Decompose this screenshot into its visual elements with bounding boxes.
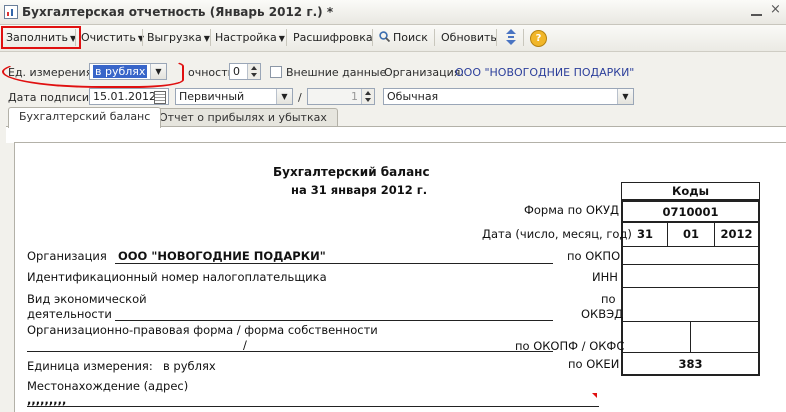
external-data-label: Внешние данные (286, 66, 387, 79)
toolbar-separator (523, 29, 524, 46)
legal-form-underline (27, 351, 553, 352)
dropdown-arrow-icon: ▼ (278, 34, 285, 43)
okud-code-cell: 0710001 (621, 200, 760, 222)
clear-label: Очистить (81, 31, 136, 44)
address-value: ,,,,,,,,, (27, 393, 67, 407)
sign-date-value: 15.01.2012 (93, 90, 156, 103)
organization-link[interactable]: ООО "НОВОГОДНИЕ ПОДАРКИ" (455, 66, 634, 79)
activity-caption-line2: деятельности (27, 307, 112, 321)
inn-caption: Идентификационный номер налогоплательщик… (27, 270, 327, 284)
sign-date-field[interactable]: 15.01.2012 (89, 88, 169, 105)
tab-balance-sheet[interactable]: Бухгалтерский баланс (8, 107, 162, 128)
organization-caption: Организация (27, 249, 107, 263)
help-icon: ? (530, 30, 547, 47)
precision-value: 0 (233, 65, 240, 78)
okpo-cell (621, 246, 760, 265)
refresh-button[interactable]: Обновить (438, 28, 500, 47)
report-icon (4, 5, 18, 19)
dropdown-arrow-icon[interactable]: ▼ (276, 89, 292, 104)
tab-profit-loss[interactable]: Отчет о прибылях и убытках (148, 108, 338, 128)
correction-slash: / (298, 91, 302, 104)
toolbar-separator (286, 29, 287, 46)
okfs-cell (690, 321, 760, 353)
report-kind-value: Первичный (179, 90, 245, 103)
settings-label: Настройка (215, 31, 277, 44)
close-icon[interactable]: × (770, 3, 784, 17)
mode-select[interactable]: Обычная ▼ (383, 88, 634, 105)
minimize-icon[interactable] (750, 3, 764, 17)
tab-panel (6, 126, 786, 143)
fill-button[interactable]: Заполнить ▼ (1, 26, 82, 49)
okved-label-top: по (601, 292, 616, 306)
okopf-cell (621, 321, 691, 353)
settings-button[interactable]: Настройка ▼ (212, 28, 288, 47)
toolbar-separator (372, 29, 373, 46)
calendar-icon[interactable] (154, 91, 166, 104)
unit-value: в рублях (163, 359, 216, 373)
doc-title: Бухгалтерский баланс (273, 165, 430, 179)
date-year-cell: 2012 (714, 222, 760, 247)
sign-date-label: Дата подписи: (8, 91, 93, 104)
mode-value: Обычная (387, 90, 439, 103)
address-underline (27, 406, 599, 407)
inn-label: ИНН (592, 270, 618, 284)
doc-subtitle: на 31 января 2012 г. (291, 183, 428, 197)
toolbar-separator (434, 29, 435, 46)
help-button[interactable]: ? (527, 28, 550, 47)
search-button[interactable]: Поиск (376, 28, 431, 47)
okei-label: по ОКЕИ (568, 357, 620, 371)
okved-label-bottom: ОКВЭД (581, 307, 624, 321)
address-caption: Местонахождение (адрес) (27, 379, 189, 393)
toolbar-separator (75, 29, 76, 46)
inn-cell (621, 264, 760, 288)
toolbar-separator (496, 29, 497, 46)
activity-caption-line1: Вид экономической (27, 292, 147, 306)
search-icon (379, 29, 391, 43)
dropdown-arrow-icon[interactable]: ▼ (617, 89, 633, 104)
okved-cell (621, 287, 760, 322)
move-updown-button[interactable] (502, 28, 520, 47)
spin-arrows-icon[interactable] (247, 64, 260, 79)
organization-name: ООО "НОВОГОДНИЕ ПОДАРКИ" (118, 249, 326, 263)
clear-button[interactable]: Очистить ▼ (78, 28, 147, 47)
precision-spinner[interactable]: 0 (229, 63, 261, 80)
toolbar-separator (210, 29, 211, 46)
decode-button[interactable]: Расшифровка (290, 28, 376, 47)
export-label: Выгрузка (147, 31, 202, 44)
dropdown-arrow-icon: ▼ (203, 34, 210, 43)
date-month-cell: 01 (667, 222, 715, 247)
red-corner-marker (592, 393, 597, 398)
unit-caption: Единица измерения: (27, 359, 153, 373)
red-annotation-scribble (2, 58, 184, 88)
window-title: Бухгалтерская отчетность (Январь 2012 г.… (22, 5, 334, 19)
spin-arrows-icon[interactable] (361, 89, 374, 104)
correction-number-value: 1 (351, 90, 358, 103)
title-bar: Бухгалтерская отчетность (Январь 2012 г.… (0, 0, 786, 25)
search-label: Поиск (393, 31, 428, 44)
organization-label: Организация: (384, 66, 465, 79)
date-label: Дата (число, месяц, год) (482, 227, 632, 241)
organization-underline (115, 263, 553, 264)
correction-number-field[interactable]: 1 (307, 88, 375, 105)
codes-header: Коды (621, 182, 760, 200)
legal-form-slash: / (243, 338, 247, 352)
external-data-checkbox[interactable] (270, 66, 282, 78)
fill-label: Заполнить (6, 31, 68, 44)
report-kind-select[interactable]: Первичный ▼ (175, 88, 293, 105)
okpo-label: по ОКПО (567, 249, 621, 263)
toolbar-separator (142, 29, 143, 46)
balance-sheet-document: Бухгалтерский баланс на 31 января 2012 г… (14, 142, 786, 412)
toolbar: Заполнить ▼ Очистить ▼ Выгрузка ▼ Настройка… (0, 25, 786, 52)
legal-form-caption: Организационно-правовая форма / форма со… (27, 323, 378, 337)
activity-underline (115, 320, 553, 321)
okei-cell: 383 (621, 352, 760, 376)
updown-arrows-icon (505, 28, 517, 46)
export-button[interactable]: Выгрузка ▼ (144, 28, 213, 47)
okud-label: Форма по ОКУД (524, 203, 620, 217)
